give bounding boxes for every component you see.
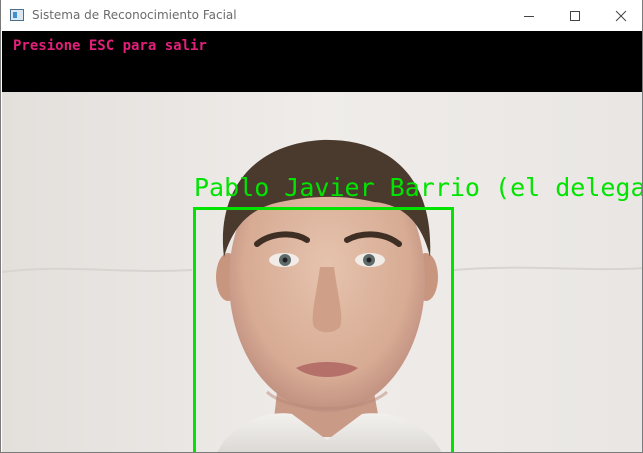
- maximize-icon: [570, 10, 580, 21]
- minimize-icon: [524, 15, 534, 17]
- exit-instruction: Presione ESC para salir: [13, 38, 207, 54]
- overlay-bar: Presione ESC para salir: [2, 31, 642, 92]
- app-window-icon[interactable]: [10, 9, 24, 21]
- title-bar[interactable]: Sistema de Reconocimiento Facial: [1, 0, 642, 31]
- close-button[interactable]: [598, 0, 642, 31]
- maximize-button[interactable]: [552, 0, 598, 31]
- camera-feed: Pablo Javier Barrio (el delegado): [2, 92, 643, 452]
- app-window: Sistema de Reconocimiento Facial Presion…: [0, 0, 643, 453]
- video-frame: Presione ESC para salir Pablo Javier Bar…: [2, 31, 643, 452]
- recognized-name-label: Pablo Javier Barrio (el delegado): [194, 173, 643, 202]
- window-title: Sistema de Reconocimiento Facial: [32, 8, 237, 22]
- face-detection-box: [193, 207, 454, 452]
- minimize-button[interactable]: [506, 0, 552, 31]
- close-icon: [615, 10, 627, 21]
